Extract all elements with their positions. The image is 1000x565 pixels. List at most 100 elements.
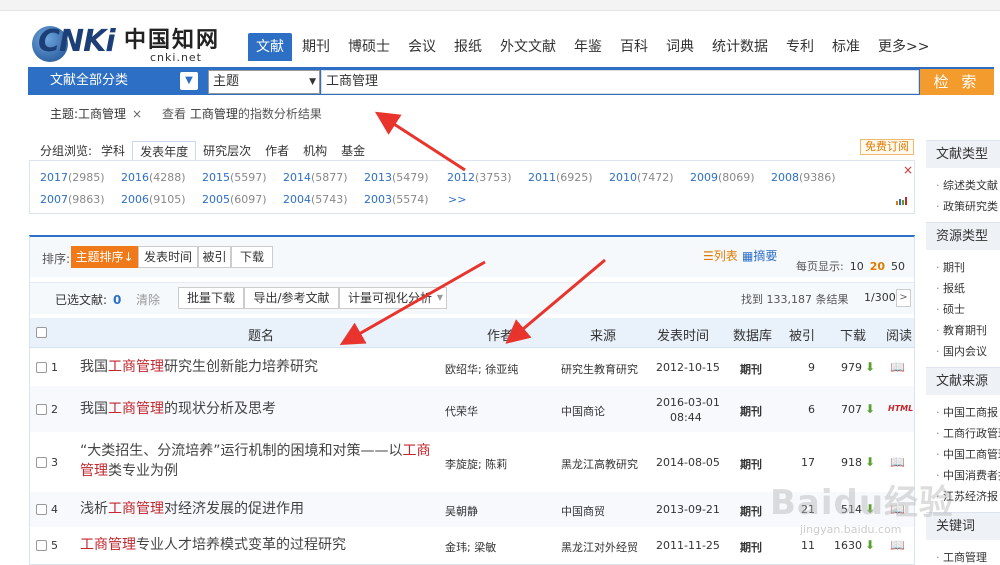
sort-button[interactable]: 下载 <box>231 246 273 268</box>
year-filter-item[interactable]: 2007(9863) <box>40 193 105 206</box>
html-read-icon[interactable]: HTML <box>888 404 913 413</box>
year-filter-item[interactable]: 2017(2985) <box>40 171 105 184</box>
per-page-option[interactable]: 20 <box>870 260 885 273</box>
cited-count[interactable]: 6 <box>808 403 815 416</box>
source-link[interactable]: 中国商贸 <box>561 503 605 519</box>
year-filter-item[interactable]: 2008(9386) <box>771 171 836 184</box>
row-checkbox[interactable] <box>36 362 47 373</box>
search-input[interactable]: 工商管理 <box>321 70 919 94</box>
result-title-link[interactable]: 我国工商管理研究生创新能力培养研究 <box>80 357 440 377</box>
author-link[interactable]: 吴朝静 <box>445 503 478 519</box>
sidebar-item[interactable]: 国内会议 <box>936 343 1000 359</box>
author-link[interactable]: 欧绍华; 徐亚纯 <box>445 361 518 377</box>
select-all-checkbox[interactable] <box>36 327 47 338</box>
year-filter-item[interactable]: 2005(6097) <box>202 193 267 206</box>
cited-count[interactable]: 11 <box>801 539 815 552</box>
col-author[interactable]: 作者 <box>487 325 513 344</box>
year-filter-item[interactable]: 2012(3753) <box>447 171 512 184</box>
next-page-button[interactable]: > <box>896 289 911 307</box>
year-filter-item[interactable]: 2009(8069) <box>690 171 755 184</box>
year-filter-item[interactable]: 2015(5597) <box>202 171 267 184</box>
search-field-select[interactable]: 主题 ▼ <box>208 70 320 94</box>
sidebar-item[interactable]: 期刊 <box>936 259 1000 275</box>
cited-count[interactable]: 9 <box>808 361 815 374</box>
book-read-icon[interactable]: 📖 <box>890 360 905 374</box>
col-download[interactable]: 下载 <box>840 325 866 344</box>
row-checkbox[interactable] <box>36 404 47 415</box>
author-link[interactable]: 李旋旋; 陈莉 <box>445 456 507 472</box>
nav-tab[interactable]: 词典 <box>658 33 702 61</box>
per-page-option[interactable]: 10 <box>850 260 864 273</box>
category-selector[interactable]: 文献全部分类 ▼ <box>32 70 198 92</box>
nav-tab[interactable]: 统计数据 <box>704 33 776 61</box>
visual-analysis-dropdown[interactable]: 计量可视化分析 ▼ <box>339 287 447 309</box>
view-list-button[interactable]: ☰列表 <box>703 247 738 264</box>
batch-download-button[interactable]: 批量下载 <box>178 287 244 309</box>
nav-tab[interactable]: 年鉴 <box>566 33 610 61</box>
index-analysis-link[interactable]: 查看 工商管理的指数分析结果 <box>162 105 322 122</box>
col-date[interactable]: 发表时间 <box>657 325 709 344</box>
group-tab[interactable]: 学科 <box>94 141 132 161</box>
year-filter-item[interactable]: 2016(4288) <box>121 171 186 184</box>
download-icon[interactable]: ⬇ <box>865 402 875 416</box>
book-read-icon[interactable]: 📖 <box>890 538 905 552</box>
cited-count[interactable]: 17 <box>801 456 815 469</box>
year-filter-item[interactable]: 2003(5574) <box>364 193 429 206</box>
nav-tab[interactable]: 百科 <box>612 33 656 61</box>
per-page-option[interactable]: 50 <box>891 260 905 273</box>
sidebar-item[interactable]: 中国工商报 <box>936 404 1000 420</box>
sidebar-item[interactable]: 政策研究类 <box>936 198 1000 214</box>
download-icon[interactable]: ⬇ <box>865 538 875 552</box>
group-tab[interactable]: 作者 <box>258 141 296 161</box>
topic-tag[interactable]: 主题:工商管理 × <box>50 105 142 122</box>
sidebar-item[interactable]: 报纸 <box>936 280 1000 296</box>
col-cited[interactable]: 被引 <box>789 325 815 344</box>
chart-icon[interactable] <box>896 197 908 205</box>
sidebar-item[interactable]: 工商管理 <box>936 549 1000 565</box>
cnki-logo[interactable]: CNKi 中国知网 cnki.net <box>30 22 220 66</box>
group-tab[interactable]: 研究层次 <box>196 141 258 161</box>
sidebar-section-title[interactable]: 文献来源 <box>926 367 1000 395</box>
group-tab[interactable]: 机构 <box>296 141 334 161</box>
view-abstract-button[interactable]: ▦摘要 <box>742 247 777 264</box>
nav-tab[interactable]: 会议 <box>400 33 444 61</box>
author-link[interactable]: 金玮; 梁敏 <box>445 539 496 555</box>
search-button[interactable]: 检 索 <box>920 69 994 95</box>
years-more-link[interactable]: >> <box>448 193 466 206</box>
year-filter-item[interactable]: 2011(6925) <box>528 171 593 184</box>
result-title-link[interactable]: “大类招生、分流培养”运行机制的困境和对策——以工商管理类专业为例 <box>80 441 440 481</box>
nav-tab[interactable]: 标准 <box>824 33 868 61</box>
chevron-down-icon[interactable]: ▼ <box>180 72 198 90</box>
year-filter-item[interactable]: 2013(5479) <box>364 171 429 184</box>
nav-tab[interactable]: 期刊 <box>294 33 338 61</box>
row-checkbox[interactable] <box>36 540 47 551</box>
source-link[interactable]: 研究生教育研究 <box>561 361 638 377</box>
result-title-link[interactable]: 工商管理专业人才培养模式变革的过程研究 <box>80 535 440 555</box>
sidebar-item[interactable]: 硕士 <box>936 301 1000 317</box>
row-checkbox[interactable] <box>36 457 47 468</box>
source-link[interactable]: 中国商论 <box>561 403 605 419</box>
sort-button[interactable]: 主题排序↓ <box>71 246 138 268</box>
sort-button[interactable]: 发表时间 <box>138 246 198 268</box>
sidebar-item[interactable]: 中国工商管理 <box>936 446 1000 462</box>
sidebar-section-title[interactable]: 资源类型 <box>926 222 1000 250</box>
nav-tab[interactable]: 报纸 <box>446 33 490 61</box>
clear-selection-button[interactable]: 清除 <box>136 291 160 308</box>
free-subscribe-button[interactable]: 免费订阅 <box>860 139 914 155</box>
download-icon[interactable]: ⬇ <box>865 455 875 469</box>
close-icon[interactable]: × <box>132 107 142 121</box>
sidebar-item[interactable]: 工商行政管理 <box>936 425 1000 441</box>
sidebar-item[interactable]: 综述类文献 <box>936 177 1000 193</box>
group-tab[interactable]: 基金 <box>334 141 372 161</box>
book-read-icon[interactable]: 📖 <box>890 455 905 469</box>
nav-tab[interactable]: 外文文献 <box>492 33 564 61</box>
export-references-button[interactable]: 导出/参考文献 <box>244 287 339 309</box>
nav-tab[interactable]: 博硕士 <box>340 33 398 61</box>
close-icon[interactable]: × <box>903 163 913 177</box>
sidebar-item[interactable]: 教育期刊 <box>936 322 1000 338</box>
col-source[interactable]: 来源 <box>590 325 616 344</box>
download-icon[interactable]: ⬇ <box>865 360 875 374</box>
year-filter-item[interactable]: 2006(9105) <box>121 193 186 206</box>
col-database[interactable]: 数据库 <box>733 325 772 344</box>
group-tab[interactable]: 发表年度 <box>132 141 197 161</box>
